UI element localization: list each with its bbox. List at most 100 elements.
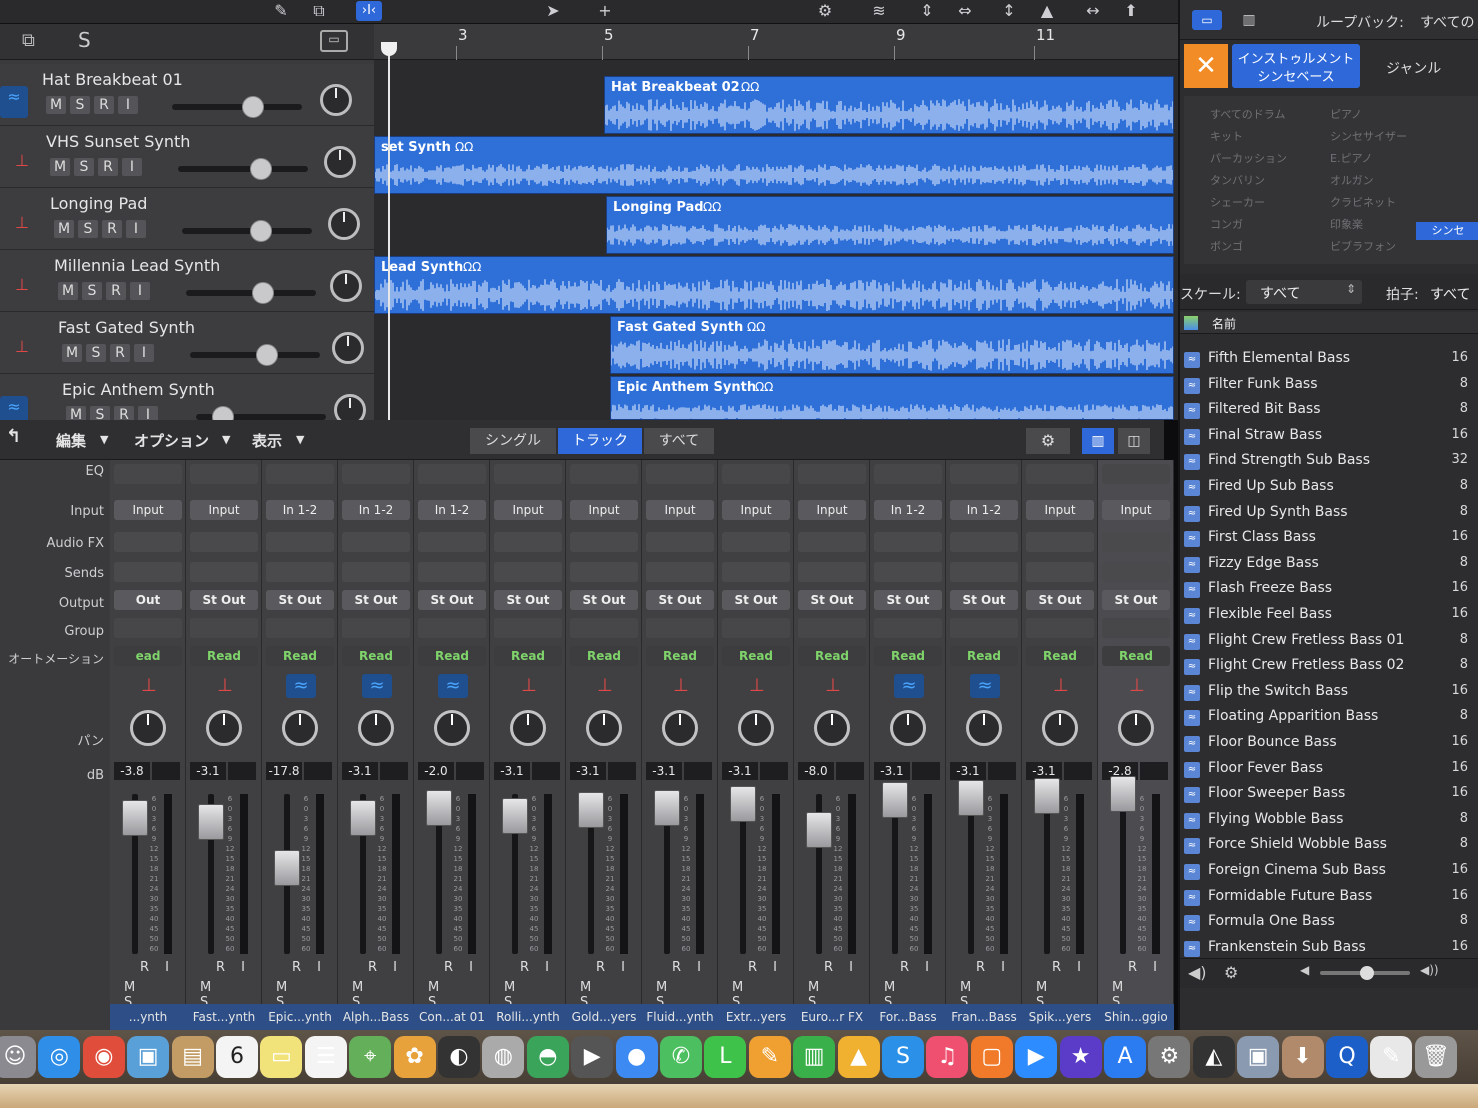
preset-list-header[interactable]: 名前 <box>1180 312 1478 334</box>
automation-mode[interactable]: Read <box>646 646 714 666</box>
preset-item[interactable]: ≈ Find Strength Sub Bass 32 <box>1180 450 1478 475</box>
input-monitor-button[interactable]: I <box>118 96 138 114</box>
group-slot[interactable] <box>418 618 486 638</box>
channel-name[interactable]: Con...at 01 <box>414 1004 490 1030</box>
pan-knob[interactable] <box>1118 710 1154 746</box>
back-arrow-icon[interactable]: ↰ <box>6 426 21 447</box>
preset-item[interactable]: ≈ Floor Bounce Bass 16 <box>1180 732 1478 757</box>
automation-mode[interactable]: Read <box>570 646 638 666</box>
zoom-icon[interactable]: ▶ <box>1015 1036 1058 1078</box>
eq-slot[interactable] <box>190 464 258 484</box>
eq-slot[interactable] <box>266 464 334 484</box>
messages-icon[interactable]: ● <box>615 1036 658 1078</box>
logic-icon[interactable]: ◓ <box>526 1036 569 1078</box>
photos-icon[interactable]: ✿ <box>393 1036 436 1078</box>
gear-icon[interactable]: ⚙ <box>812 1 838 21</box>
close-icon[interactable]: ✕ <box>1184 44 1228 88</box>
volume-fader[interactable] <box>274 850 300 886</box>
volume-thumb[interactable] <box>256 344 278 366</box>
category-item[interactable]: コンガ <box>1210 216 1243 232</box>
volume-thumb[interactable] <box>252 282 274 304</box>
volume-thumb[interactable] <box>250 158 272 180</box>
music-icon[interactable]: ♫ <box>926 1036 969 1078</box>
preset-item[interactable]: ≈ Floor Fever Bass 16 <box>1180 758 1478 783</box>
input-slot[interactable]: Input <box>114 500 182 520</box>
tab-single[interactable]: シングル <box>470 428 556 454</box>
horizontal-zoom-icon[interactable]: ↔ <box>1080 1 1106 21</box>
pan-knob[interactable] <box>282 710 318 746</box>
volume-thumb[interactable] <box>250 220 272 242</box>
automation-mode[interactable]: Read <box>418 646 486 666</box>
category-item[interactable]: シンセサイザー <box>1330 128 1407 144</box>
volume-fader-track[interactable] <box>968 794 974 954</box>
output-slot[interactable]: St Out <box>1026 590 1094 610</box>
volume-fader[interactable] <box>502 798 528 834</box>
category-item[interactable]: オルガン <box>1330 172 1374 188</box>
category-item[interactable]: キット <box>1210 128 1243 144</box>
pan-knob[interactable] <box>434 710 470 746</box>
input-slot[interactable]: Input <box>1026 500 1094 520</box>
group-slot[interactable] <box>570 618 638 638</box>
solo-button[interactable]: S <box>70 96 90 114</box>
pan-knob[interactable] <box>966 710 1002 746</box>
volume-fader[interactable] <box>350 800 376 836</box>
mute-button[interactable]: M <box>46 96 66 114</box>
audio-fx-slot[interactable] <box>494 532 562 552</box>
track-row[interactable]: ⊥ Millennia Lead Synth M S R I <box>0 250 374 312</box>
preset-item[interactable]: ≈ Filtered Bit Bass 8 <box>1180 399 1478 424</box>
edit-menu[interactable]: 編集 <box>56 430 86 451</box>
eq-slot[interactable] <box>1026 464 1094 484</box>
audio-fx-slot[interactable] <box>342 532 410 552</box>
group-slot[interactable] <box>874 618 942 638</box>
category-item[interactable]: ビブラフォン <box>1330 238 1396 254</box>
send-slot[interactable] <box>646 562 714 582</box>
automation-mode[interactable]: Read <box>342 646 410 666</box>
fit-horizontal-icon[interactable]: ⇔ <box>952 1 978 21</box>
send-slot[interactable] <box>874 562 942 582</box>
eq-slot[interactable] <box>646 464 714 484</box>
pan-knob[interactable] <box>328 208 360 240</box>
logic-pro-icon[interactable]: ◭ <box>1192 1036 1235 1078</box>
volume-thumb[interactable] <box>242 96 264 118</box>
preset-item[interactable]: ≈ Force Shield Wobble Bass 8 <box>1180 834 1478 859</box>
preset-item[interactable]: ≈ Flash Freeze Bass 16 <box>1180 578 1478 603</box>
chevron-down-icon[interactable]: ▼ <box>222 433 230 446</box>
preset-item[interactable]: ≈ Filter Funk Bass 8 <box>1180 374 1478 399</box>
options-menu[interactable]: オプション <box>134 430 209 451</box>
app-store-icon[interactable]: A <box>1104 1036 1146 1078</box>
gear-icon[interactable]: ⚙ <box>1224 963 1238 982</box>
pan-knob[interactable] <box>324 146 356 178</box>
books-icon[interactable]: ▢ <box>970 1036 1013 1078</box>
chevron-down-icon[interactable]: ▼ <box>100 433 108 446</box>
input-slot[interactable]: In 1-2 <box>266 500 334 520</box>
preset-item[interactable]: ≈ Formidable Future Bass 16 <box>1180 886 1478 911</box>
preset-item[interactable]: ≈ Flying Wobble Bass 8 <box>1180 809 1478 834</box>
group-slot[interactable] <box>266 618 334 638</box>
volume-slider[interactable] <box>178 158 308 180</box>
group-slot[interactable] <box>950 618 1018 638</box>
group-slot[interactable] <box>190 618 258 638</box>
line-icon[interactable]: L <box>704 1036 747 1078</box>
quicktime-icon[interactable]: Q <box>1326 1036 1368 1078</box>
send-slot[interactable] <box>722 562 790 582</box>
preset-item[interactable]: ≈ Final Straw Bass 16 <box>1180 425 1478 450</box>
preset-item[interactable]: ≈ Floor Sweeper Bass 16 <box>1180 783 1478 808</box>
input-slot[interactable]: Input <box>646 500 714 520</box>
audio-fx-slot[interactable] <box>266 532 334 552</box>
send-slot[interactable] <box>1102 562 1170 582</box>
pan-knob[interactable] <box>206 710 242 746</box>
automation-mode[interactable]: Read <box>722 646 790 666</box>
image-capture-icon[interactable]: ▣ <box>1237 1036 1280 1078</box>
record-button[interactable]: R <box>102 220 122 238</box>
genre-tab[interactable]: ジャンル <box>1386 58 1441 78</box>
lumaflex-icon[interactable]: ◐ <box>438 1036 480 1078</box>
channel-name[interactable]: Extr...yers <box>718 1004 794 1030</box>
group-slot[interactable] <box>798 618 866 638</box>
catch-playhead-button[interactable]: ›I‹ <box>356 1 382 21</box>
input-slot[interactable]: Input <box>1102 500 1170 520</box>
audio-fx-slot[interactable] <box>114 532 182 552</box>
audio-region[interactable]: set Synth ΩΩ <box>374 136 1174 194</box>
solo-button[interactable]: S <box>78 220 98 238</box>
eq-slot[interactable] <box>722 464 790 484</box>
eq-slot[interactable] <box>418 464 486 484</box>
